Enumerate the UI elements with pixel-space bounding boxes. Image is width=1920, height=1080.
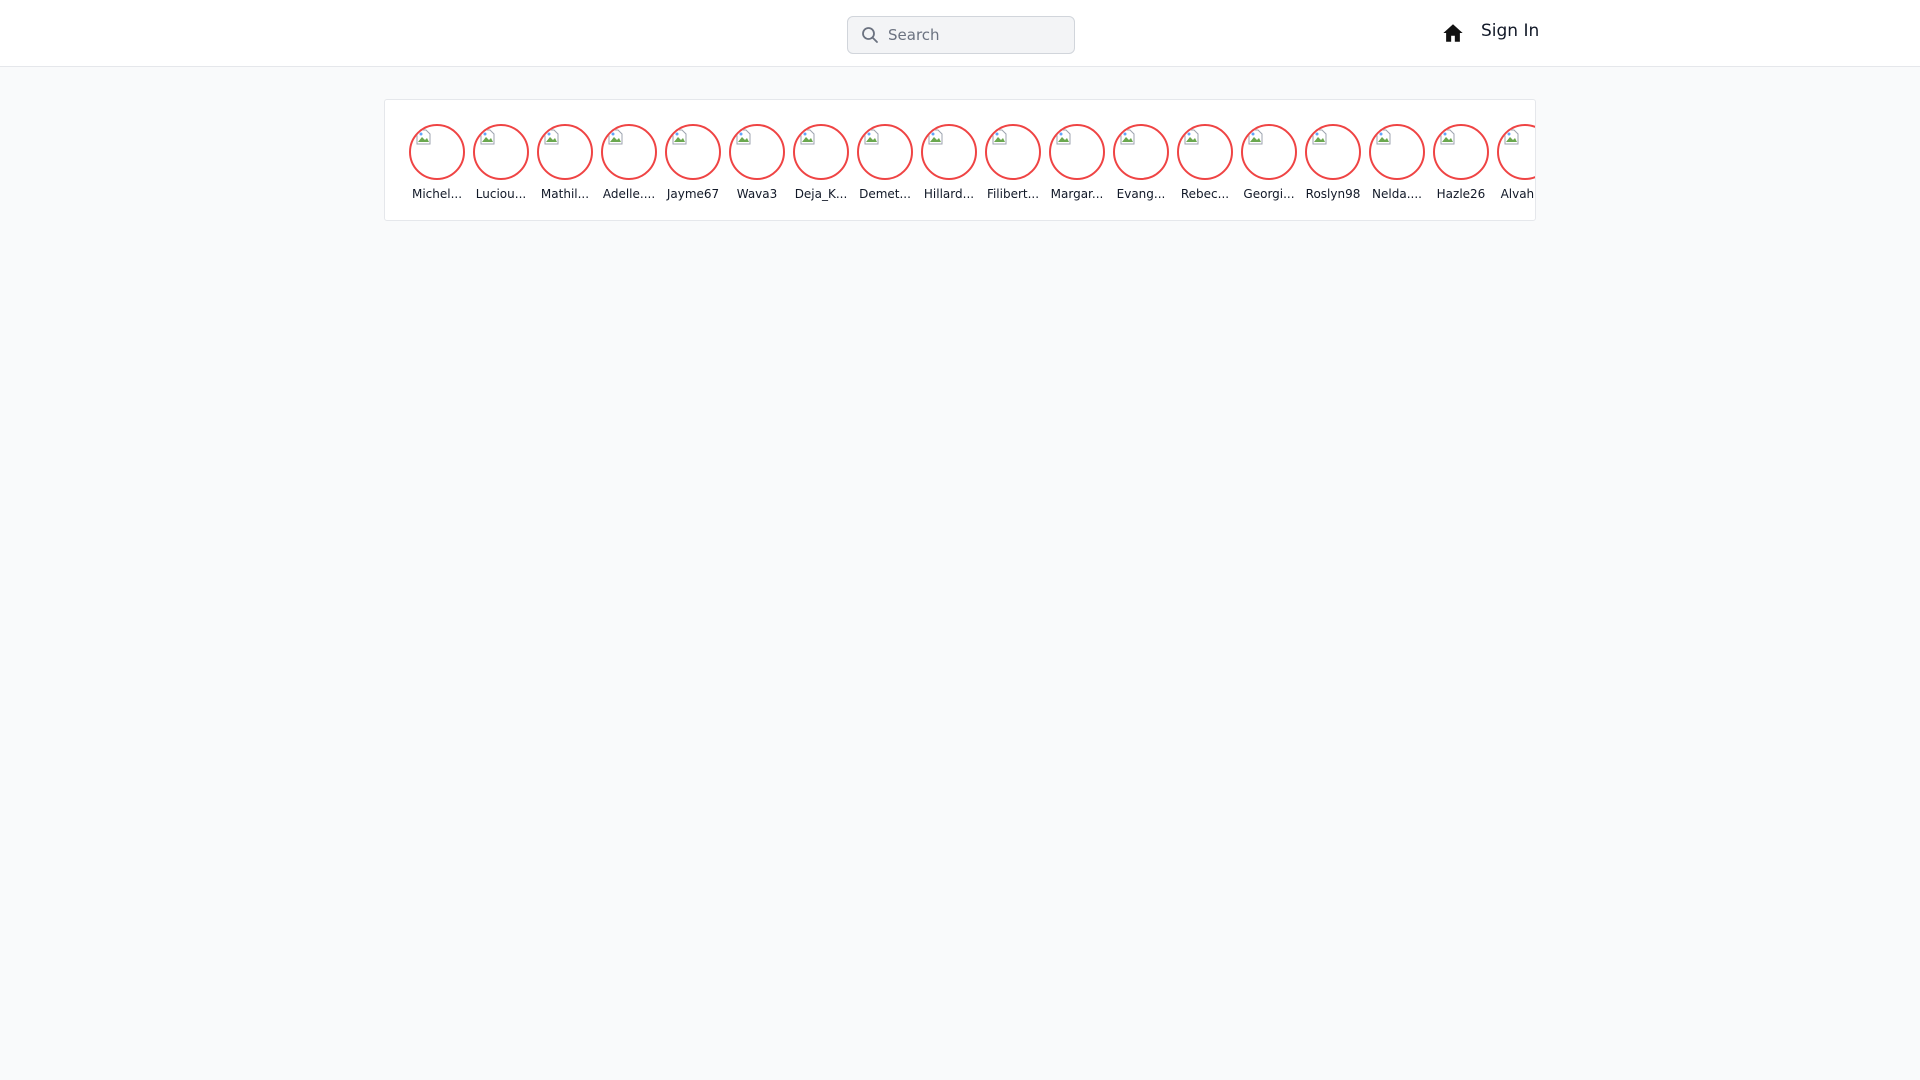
- broken-image-icon: [1248, 129, 1263, 145]
- avatar[interactable]: [857, 124, 913, 180]
- story-item[interactable]: Mathil...: [537, 124, 593, 201]
- story-item[interactable]: Deja_K...: [793, 124, 849, 201]
- broken-image-icon: [992, 129, 1007, 145]
- story-username: Hazle26: [1436, 187, 1486, 201]
- avatar[interactable]: [473, 124, 529, 180]
- broken-image-icon: [544, 129, 559, 145]
- story-item[interactable]: Margar...: [1049, 124, 1105, 201]
- search-input[interactable]: [888, 26, 1068, 44]
- story-item[interactable]: Roslyn98: [1305, 124, 1361, 201]
- avatar[interactable]: [921, 124, 977, 180]
- broken-image-icon: [416, 129, 431, 145]
- avatar[interactable]: [409, 124, 465, 180]
- story-username: Margar...: [1050, 187, 1104, 201]
- broken-image-icon: [800, 129, 815, 145]
- search-box[interactable]: [847, 16, 1075, 54]
- story-username: Adelle....: [602, 187, 656, 201]
- story-item[interactable]: Michel...: [409, 124, 465, 201]
- broken-image-icon: [1120, 129, 1135, 145]
- story-item[interactable]: Rebec...: [1177, 124, 1233, 201]
- stories-bar: Michel... Luciou... Mathil... Adelle.... Jay…: [384, 99, 1536, 221]
- story-username: Filibert...: [986, 187, 1040, 201]
- story-item[interactable]: Jayme67: [665, 124, 721, 201]
- avatar[interactable]: [537, 124, 593, 180]
- story-username: Alvah....: [1500, 187, 1535, 201]
- broken-image-icon: [1376, 129, 1391, 145]
- story-item[interactable]: Nelda....: [1369, 124, 1425, 201]
- avatar[interactable]: [1241, 124, 1297, 180]
- sign-in-link[interactable]: Sign In: [1481, 21, 1539, 41]
- avatar[interactable]: [1113, 124, 1169, 180]
- broken-image-icon: [1056, 129, 1071, 145]
- avatar[interactable]: [1049, 124, 1105, 180]
- broken-image-icon: [672, 129, 687, 145]
- avatar[interactable]: [793, 124, 849, 180]
- story-username: Demet...: [859, 187, 911, 201]
- story-username: Deja_K...: [794, 187, 848, 201]
- top-navbar: Sign In: [0, 0, 1920, 67]
- avatar[interactable]: [601, 124, 657, 180]
- story-username: Luciou...: [475, 187, 527, 201]
- story-username: Wava3: [736, 187, 778, 201]
- story-item[interactable]: Alvah....: [1497, 124, 1535, 201]
- story-username: Jayme67: [666, 187, 720, 201]
- story-item[interactable]: Hillard...: [921, 124, 977, 201]
- broken-image-icon: [864, 129, 879, 145]
- story-item[interactable]: Demet...: [857, 124, 913, 201]
- story-username: Georgi...: [1243, 187, 1295, 201]
- broken-image-icon: [1184, 129, 1199, 145]
- broken-image-icon: [1504, 129, 1519, 145]
- story-username: Michel...: [411, 187, 463, 201]
- home-icon[interactable]: [1442, 22, 1464, 44]
- story-item[interactable]: Georgi...: [1241, 124, 1297, 201]
- story-username: Rebec...: [1180, 187, 1230, 201]
- avatar[interactable]: [1369, 124, 1425, 180]
- story-username: Mathil...: [540, 187, 590, 201]
- story-item[interactable]: Luciou...: [473, 124, 529, 201]
- broken-image-icon: [1440, 129, 1455, 145]
- story-item[interactable]: Adelle....: [601, 124, 657, 201]
- avatar[interactable]: [729, 124, 785, 180]
- story-username: Hillard...: [923, 187, 975, 201]
- broken-image-icon: [736, 129, 751, 145]
- story-username: Nelda....: [1372, 187, 1422, 201]
- broken-image-icon: [1312, 129, 1327, 145]
- broken-image-icon: [928, 129, 943, 145]
- avatar[interactable]: [1177, 124, 1233, 180]
- story-item[interactable]: Evang...: [1113, 124, 1169, 201]
- avatar[interactable]: [985, 124, 1041, 180]
- avatar[interactable]: [1497, 124, 1535, 180]
- story-item[interactable]: Wava3: [729, 124, 785, 201]
- avatar[interactable]: [1433, 124, 1489, 180]
- broken-image-icon: [608, 129, 623, 145]
- story-item[interactable]: Hazle26: [1433, 124, 1489, 201]
- story-item[interactable]: Filibert...: [985, 124, 1041, 201]
- search-icon: [860, 25, 880, 45]
- avatar[interactable]: [665, 124, 721, 180]
- avatar[interactable]: [1305, 124, 1361, 180]
- story-username: Evang...: [1116, 187, 1166, 201]
- broken-image-icon: [480, 129, 495, 145]
- stories-track: Michel... Luciou... Mathil... Adelle.... Jay…: [409, 124, 1535, 201]
- story-username: Roslyn98: [1305, 187, 1361, 201]
